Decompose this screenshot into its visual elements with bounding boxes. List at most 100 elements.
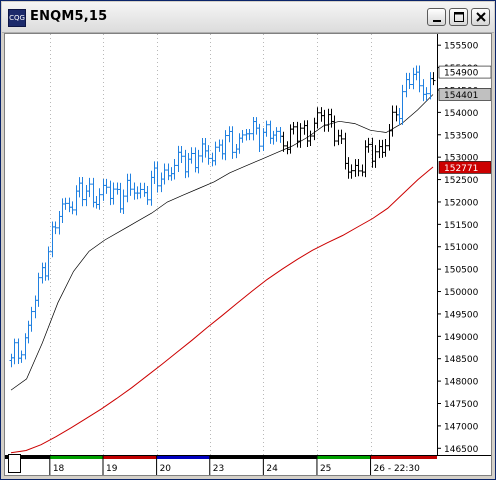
price-bar <box>84 184 89 207</box>
price-bar <box>274 127 279 142</box>
y-tick-label: 148500 <box>444 355 479 365</box>
price-bar <box>121 189 126 214</box>
session-strip <box>370 456 437 459</box>
price-bar <box>172 158 177 180</box>
price-bar <box>251 117 256 141</box>
y-tick-label: 146500 <box>444 445 479 455</box>
price-bar <box>343 132 348 170</box>
price-bar <box>23 333 28 360</box>
price-chart[interactable]: 146500 147000 147500 148000 148500 149000 1495… <box>5 34 492 475</box>
price-bar <box>29 306 34 332</box>
y-tick-label: 151000 <box>444 243 479 253</box>
session-strip <box>263 456 317 459</box>
price-bar <box>356 159 361 177</box>
price-bar <box>183 149 188 179</box>
price-bar <box>240 130 245 143</box>
window-title: ENQM5,15 <box>30 9 108 24</box>
price-bar <box>40 262 45 284</box>
price-bar <box>57 210 62 235</box>
price-bar <box>271 130 276 145</box>
price-bar <box>46 246 51 281</box>
price-bar <box>227 126 232 143</box>
y-tick-label: 148000 <box>444 378 479 388</box>
price-bar <box>200 137 205 163</box>
price-bar <box>67 197 72 213</box>
price-axis: 146500 147000 147500 148000 148500 149000 1495… <box>437 42 492 455</box>
chart-window: CQG ENQM5,15 146500 147000 147500 148000 148… <box>0 0 496 480</box>
price-bar <box>125 173 130 203</box>
price-bar <box>97 188 102 210</box>
price-bar <box>16 338 21 364</box>
maximize-button[interactable] <box>449 8 468 26</box>
price-bar <box>166 163 171 181</box>
price-bar <box>315 107 320 129</box>
y-tick-label: 149500 <box>444 310 479 320</box>
price-bar <box>155 161 160 193</box>
price-bar <box>234 144 239 159</box>
price-bar <box>115 182 120 195</box>
price-bar <box>373 145 378 168</box>
price-bar <box>302 120 307 135</box>
price-bar <box>417 65 422 93</box>
price-bar <box>400 84 405 125</box>
price-bar <box>346 157 351 179</box>
price-bar <box>254 117 259 135</box>
cqg-logo-icon: CQG <box>8 9 26 27</box>
scroll-thumb <box>8 454 21 473</box>
price-bar <box>94 196 99 209</box>
price-bar <box>196 149 201 174</box>
price-bar <box>339 129 344 145</box>
minimize-button[interactable] <box>427 8 446 26</box>
maximize-icon <box>454 12 464 22</box>
y-tick-label: 152500 <box>444 176 479 186</box>
price-bar <box>210 152 215 167</box>
price-bar <box>424 87 429 101</box>
price-bar <box>142 182 147 197</box>
price-bar <box>291 121 296 135</box>
price-bar <box>237 133 242 154</box>
price-bar <box>383 139 388 157</box>
price-bar <box>305 120 310 148</box>
price-bar <box>189 147 194 164</box>
price-bar <box>74 185 79 216</box>
price-bar <box>312 117 317 141</box>
price-bar <box>390 105 395 137</box>
price-bar <box>230 126 235 159</box>
x-tick-label: 20 <box>160 464 172 474</box>
price-bar <box>203 138 208 158</box>
price-bar <box>9 353 14 368</box>
price-bar <box>257 123 262 153</box>
price-bar <box>336 129 341 146</box>
price-bar <box>138 182 143 199</box>
session-strip <box>102 456 157 459</box>
y-tick-label: 155500 <box>444 42 479 52</box>
x-tick-label: 19 <box>106 464 118 474</box>
x-tick-label: 26 - 22:30 <box>374 464 421 474</box>
title-bar[interactable]: CQG ENQM5,15 <box>2 2 494 33</box>
y-tick-label: 150500 <box>444 266 479 276</box>
moving-average-line <box>10 94 434 391</box>
price-bar <box>70 201 75 215</box>
grid <box>5 34 491 456</box>
price-bar <box>179 145 184 163</box>
price-bar <box>407 72 412 89</box>
price-bar <box>104 178 109 194</box>
price-bar <box>404 72 409 98</box>
price-bar <box>220 139 225 160</box>
price-bar <box>111 182 116 205</box>
session-strip <box>49 456 103 459</box>
price-bar <box>53 221 58 235</box>
price-bar <box>332 115 337 147</box>
price-bar <box>411 67 416 90</box>
price-label: 154401 <box>444 91 478 101</box>
price-bar <box>380 139 385 158</box>
close-button[interactable] <box>471 8 490 26</box>
price-bar <box>206 145 211 165</box>
y-tick-label: 147000 <box>444 422 479 432</box>
price-bar <box>244 129 249 141</box>
price-bar <box>326 108 331 132</box>
price-bar <box>33 295 38 319</box>
price-bar <box>387 124 392 151</box>
chart-area[interactable]: 146500 147000 147500 148000 148500 149000 1495… <box>4 33 492 476</box>
y-tick-label: 150000 <box>444 288 479 298</box>
